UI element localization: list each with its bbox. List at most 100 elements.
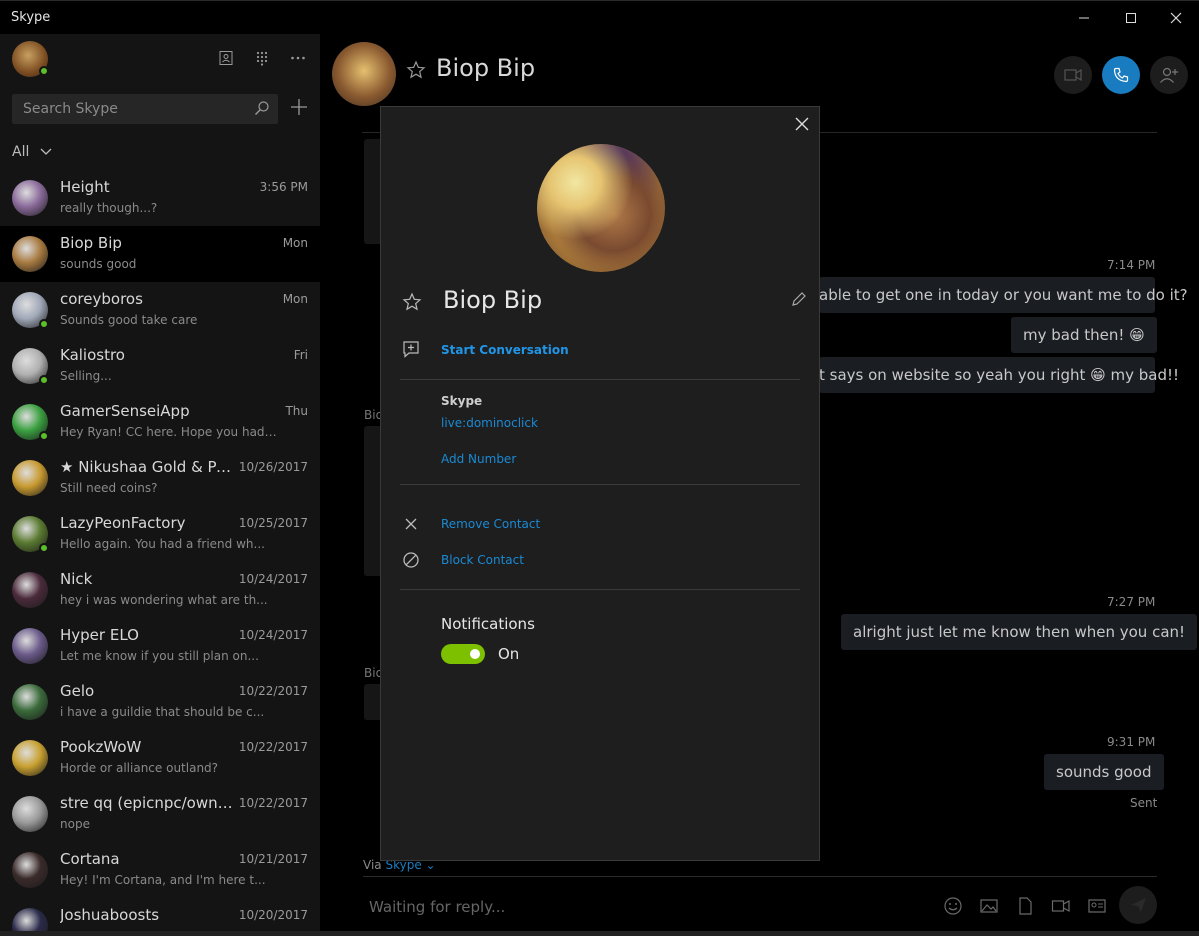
message-bubble[interactable]: my bad then! 😁 <box>1011 317 1157 353</box>
more-options-button[interactable] <box>288 48 308 68</box>
contact-avatar <box>12 852 48 888</box>
contact-profile-dialog: Biop Bip Start Conversation Skype live:d… <box>380 106 820 861</box>
contact-avatar[interactable] <box>332 42 396 106</box>
chat-time: 10/24/2017 <box>238 572 308 586</box>
maximize-icon <box>1126 13 1136 23</box>
filter-label: All <box>12 144 30 160</box>
chat-list-item[interactable]: Cortana 10/21/2017 Hey! I'm Cortana, and I… <box>0 842 320 898</box>
close-window-button[interactable] <box>1153 1 1199 35</box>
chat-name: Cortana <box>60 850 120 868</box>
new-chat-button[interactable] <box>288 98 310 120</box>
contacts-button[interactable] <box>216 48 236 68</box>
message-bubble[interactable]: able to get one in today or you want me … <box>819 277 1188 313</box>
dialpad-button[interactable] <box>252 48 272 68</box>
chat-name: Gelo <box>60 682 95 700</box>
chat-preview: Hello again. You had a friend wh... <box>60 537 265 551</box>
chat-filter-dropdown[interactable]: All <box>12 144 52 160</box>
star-icon[interactable] <box>402 292 422 312</box>
video-camera-icon <box>1064 68 1082 82</box>
chat-list-item[interactable]: Height 3:56 PM really though...? <box>0 170 320 226</box>
contact-avatar <box>12 796 48 832</box>
chat-list-item[interactable]: GamerSenseiApp Thu Hey Ryan! CC here. Hope… <box>0 394 320 450</box>
chat-list: Height 3:56 PM really though...? Biop Bip Mo… <box>0 170 320 936</box>
message-bubble[interactable]: sounds good <box>1044 754 1164 790</box>
send-icon <box>1131 898 1146 912</box>
remove-contact-link[interactable]: Remove Contact <box>441 517 540 531</box>
video-message-icon[interactable] <box>1051 896 1071 916</box>
chat-list-item[interactable]: ★ Nikushaa Gold & Pow... 10/26/2017 Still … <box>0 450 320 506</box>
more-icon <box>291 56 305 60</box>
chat-preview: sounds good <box>60 257 137 271</box>
chat-list-item[interactable]: Nick 10/24/2017 hey i was wondering what a… <box>0 562 320 618</box>
image-icon[interactable] <box>979 896 999 916</box>
add-number-link[interactable]: Add Number <box>441 452 516 466</box>
chat-list-item[interactable]: Biop Bip Mon sounds good <box>0 226 320 282</box>
file-icon[interactable] <box>1015 896 1035 916</box>
presence-dot <box>39 375 49 385</box>
message-bubble[interactable]: alright just let me know then when you c… <box>841 614 1198 650</box>
notifications-state: On <box>498 645 520 663</box>
message-input[interactable] <box>363 892 923 922</box>
contact-avatar <box>12 740 48 776</box>
app-title: Skype <box>11 10 51 25</box>
close-icon[interactable] <box>793 115 811 133</box>
emoji-icon[interactable] <box>943 896 963 916</box>
minimize-button[interactable] <box>1061 1 1107 35</box>
chat-time: 10/24/2017 <box>238 628 308 642</box>
chat-list-item[interactable]: coreyboros Mon Sounds good take care <box>0 282 320 338</box>
profile-name: Biop Bip <box>443 286 543 314</box>
my-avatar[interactable] <box>12 41 49 77</box>
block-icon <box>403 552 419 568</box>
conversation-title[interactable]: Biop Bip <box>436 54 535 82</box>
chat-name: LazyPeonFactory <box>60 514 186 532</box>
chat-time: 10/20/2017 <box>238 908 308 922</box>
chat-preview: Sounds good take care <box>60 313 198 327</box>
search-input[interactable] <box>12 94 248 124</box>
chat-list-item[interactable]: PookzWoW 10/22/2017 Horde or alliance outl… <box>0 730 320 786</box>
add-people-button[interactable] <box>1150 56 1188 94</box>
chat-list-item[interactable]: Gelo 10/22/2017 i have a guildie that shou… <box>0 674 320 730</box>
contacts-icon <box>219 51 233 65</box>
plus-icon <box>291 99 307 115</box>
start-conversation-link[interactable]: Start Conversation <box>441 343 569 357</box>
star-icon[interactable] <box>406 60 426 80</box>
chat-preview: Horde or alliance outland? <box>60 761 219 775</box>
compose-divider <box>363 876 1157 877</box>
chat-list-item[interactable]: LazyPeonFactory 10/25/2017 Hello again. Yo… <box>0 506 320 562</box>
notifications-toggle[interactable] <box>441 644 485 664</box>
block-contact-link[interactable]: Block Contact <box>441 553 524 567</box>
chat-name: stre qq (epicnpc/owned... <box>60 794 240 812</box>
search-icon[interactable] <box>254 100 270 116</box>
maximize-button[interactable] <box>1108 1 1154 35</box>
chat-name: Joshuaboosts <box>60 906 160 924</box>
chat-name: Hyper ELO <box>60 626 139 644</box>
section-divider <box>400 379 800 380</box>
contact-card-icon[interactable] <box>1087 896 1107 916</box>
chat-name: Nick <box>60 570 93 588</box>
message-bubble[interactable]: t says on website so yeah you right 😁 my… <box>819 357 1179 393</box>
presence-dot <box>39 66 49 76</box>
skype-id-link[interactable]: live:dominoclick <box>441 416 538 430</box>
minimize-icon <box>1079 17 1089 19</box>
send-button[interactable] <box>1119 886 1157 924</box>
pencil-icon[interactable] <box>791 291 807 307</box>
video-call-button[interactable] <box>1054 56 1092 94</box>
chat-preview: Hey! I'm Cortana, and I'm here t... <box>60 873 266 887</box>
contact-avatar <box>12 236 48 272</box>
chat-preview: Still need coins? <box>60 481 158 495</box>
audio-call-button[interactable] <box>1102 56 1140 94</box>
notifications-label: Notifications <box>441 615 535 633</box>
chat-list-item[interactable]: stre qq (epicnpc/owned... 10/22/2017 nope <box>0 786 320 842</box>
contact-avatar <box>12 460 48 496</box>
chat-list-item[interactable]: Hyper ELO 10/24/2017 Let me know if you st… <box>0 618 320 674</box>
via-prefix: Via <box>363 858 382 872</box>
chat-time: Mon <box>282 236 308 250</box>
chat-list-item[interactable]: Kaliostro Fri Selling... <box>0 338 320 394</box>
message-time: 9:31 PM <box>1107 735 1156 749</box>
chat-name: ★ Nikushaa Gold & Pow... <box>60 458 240 476</box>
message-time: 7:14 PM <box>1107 258 1156 272</box>
chat-preview: hey i was wondering what are th... <box>60 593 268 607</box>
sent-status: Sent <box>1130 796 1158 810</box>
chat-preview: Let me know if you still plan on... <box>60 649 259 663</box>
new-conversation-icon <box>403 341 419 358</box>
